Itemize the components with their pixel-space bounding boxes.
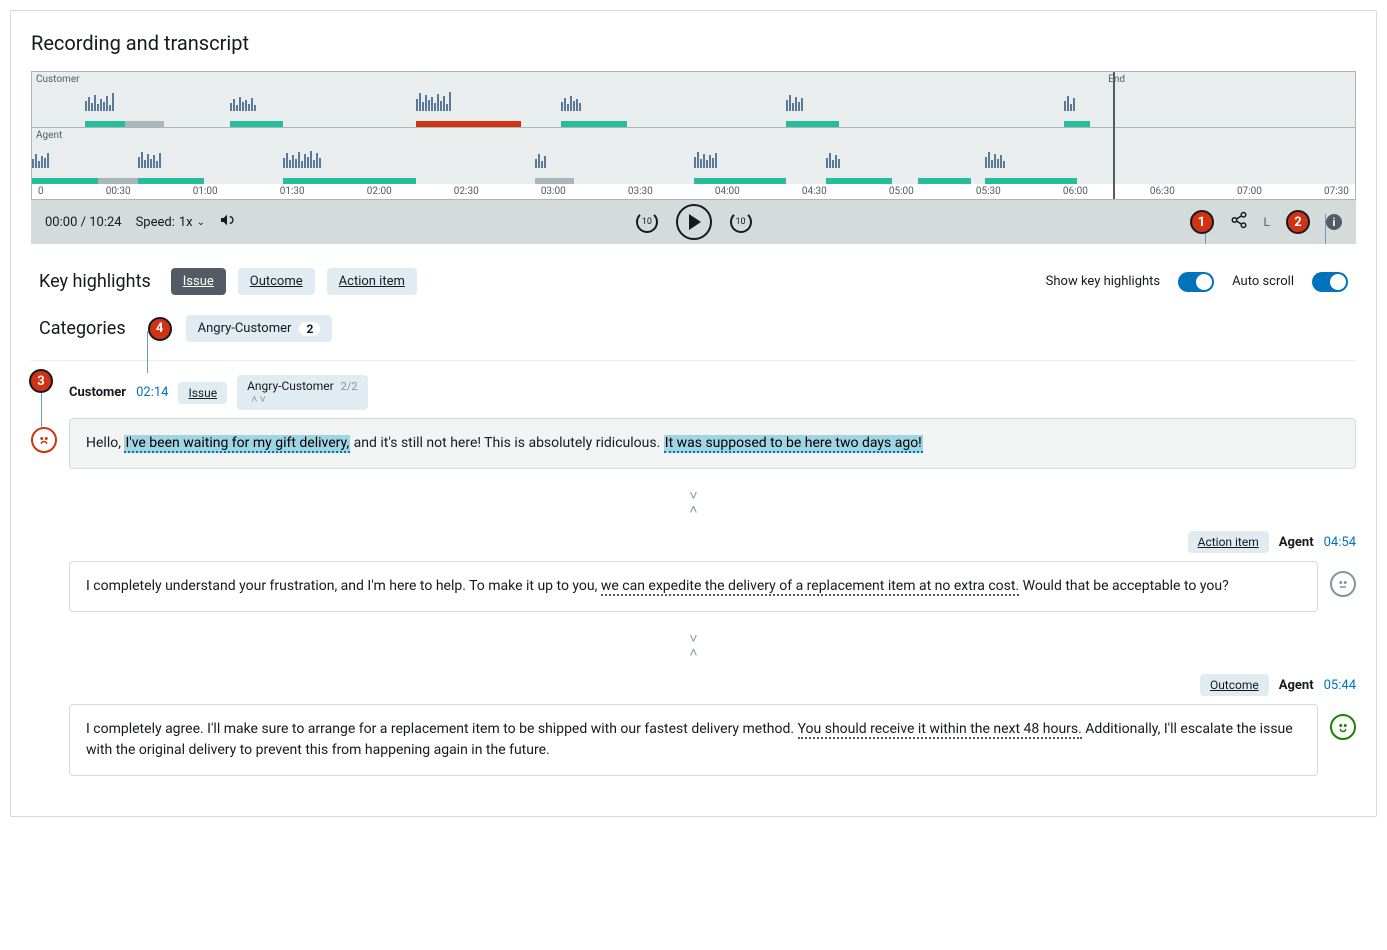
highlight-chip-outcome[interactable]: Outcome xyxy=(238,268,315,295)
callout-3: 3 xyxy=(29,369,53,393)
transcript-bubble: I completely understand your frustration… xyxy=(69,561,1318,612)
show-highlights-label: Show key highlights xyxy=(1046,274,1160,289)
highlight-span: I've been waiting for my gift delivery, xyxy=(124,435,350,453)
timestamp[interactable]: 04:54 xyxy=(1324,535,1356,550)
collapse-toggle[interactable]: ˅˄ xyxy=(31,489,1356,517)
timestamp[interactable]: 05:44 xyxy=(1324,678,1356,693)
callout-2: 2 xyxy=(1286,210,1310,234)
show-highlights-toggle[interactable] xyxy=(1178,272,1214,292)
transcript-turn-agent-2: Outcome Agent 05:44 I completely agree. … xyxy=(31,674,1356,776)
transcript-turn-agent-1: Action item Agent 04:54 I completely und… xyxy=(31,531,1356,612)
track-label-customer: Customer xyxy=(36,74,80,85)
auto-scroll-toggle[interactable] xyxy=(1312,272,1348,292)
speaker-label: Customer xyxy=(69,385,126,400)
timestamp[interactable]: 02:14 xyxy=(136,385,168,400)
collapse-toggle[interactable]: ˅˄ xyxy=(31,632,1356,660)
prev-match-icon[interactable]: ˄ xyxy=(251,393,257,406)
chevron-down-icon: ⌄ xyxy=(197,217,205,228)
highlight-span: You should receive it within the next 48… xyxy=(798,721,1082,739)
sentiment-happy-icon xyxy=(1330,714,1356,740)
highlight-chip-issue[interactable]: Issue xyxy=(171,268,226,295)
turn-tag-angry-customer[interactable]: Angry-Customer 2/2 ˄˅ xyxy=(237,375,367,410)
volume-icon[interactable] xyxy=(219,212,235,232)
waveform-area[interactable]: End Customer Agent xyxy=(31,71,1356,200)
callout-4: 4 xyxy=(148,317,172,341)
playhead-end-marker xyxy=(1113,72,1115,199)
category-chip-angry-customer[interactable]: Angry-Customer 2 xyxy=(186,315,333,342)
categories-label: Categories xyxy=(39,318,126,339)
auto-scroll-label: Auto scroll xyxy=(1232,274,1294,289)
page-title: Recording and transcript xyxy=(31,31,1356,55)
play-icon xyxy=(689,214,701,230)
turn-tag-action-item[interactable]: Action item xyxy=(1188,531,1269,553)
speed-control[interactable]: Speed: 1x ⌄ xyxy=(136,215,205,230)
waveform-time-axis: 000:3001:0001:3002:0002:3003:0003:3004:0… xyxy=(32,184,1355,199)
play-button[interactable] xyxy=(676,204,712,240)
info-icon[interactable]: i xyxy=(1326,214,1342,230)
categories-row: Categories 4 Angry-Customer 2 xyxy=(31,307,1356,360)
skip-forward-button[interactable]: 10 xyxy=(730,211,752,233)
turn-tag-issue[interactable]: Issue xyxy=(178,382,227,404)
key-highlights-row: Key highlights Issue Outcome Action item… xyxy=(31,244,1356,307)
track-label-agent: Agent xyxy=(36,130,62,141)
recording-transcript-panel: Recording and transcript End Customer xyxy=(10,10,1377,817)
waveform-track-customer[interactable]: Customer xyxy=(32,72,1355,128)
highlight-span: we can expedite the delivery of a replac… xyxy=(601,578,1019,596)
speaker-label: Agent xyxy=(1279,535,1314,550)
playback-time: 00:00 / 10:24 xyxy=(45,215,122,230)
share-icon[interactable] xyxy=(1230,211,1248,233)
player-controls: 00:00 / 10:24 Speed: 1x ⌄ 10 10 1 xyxy=(31,200,1356,244)
turn-tag-outcome[interactable]: Outcome xyxy=(1200,674,1269,696)
transcript-turn-customer-1: 3 Customer 02:14 Issue Angry-Customer 2/… xyxy=(31,375,1356,469)
sentiment-sad-icon xyxy=(31,427,57,453)
waveform-track-agent[interactable]: Agent xyxy=(32,128,1355,184)
highlight-chip-action-item[interactable]: Action item xyxy=(327,268,417,295)
key-highlights-label: Key highlights xyxy=(39,271,151,292)
skip-back-button[interactable]: 10 xyxy=(636,211,658,233)
transcript-bubble: Hello, I've been waiting for my gift del… xyxy=(69,418,1356,469)
sentiment-neutral-icon xyxy=(1330,571,1356,597)
transcript-bubble: I completely agree. I'll make sure to ar… xyxy=(69,704,1318,776)
next-match-icon[interactable]: ˅ xyxy=(260,393,266,406)
callout-1: 1 xyxy=(1190,210,1214,234)
highlight-span: It was supposed to be here two days ago! xyxy=(664,435,923,453)
speaker-label: Agent xyxy=(1279,678,1314,693)
